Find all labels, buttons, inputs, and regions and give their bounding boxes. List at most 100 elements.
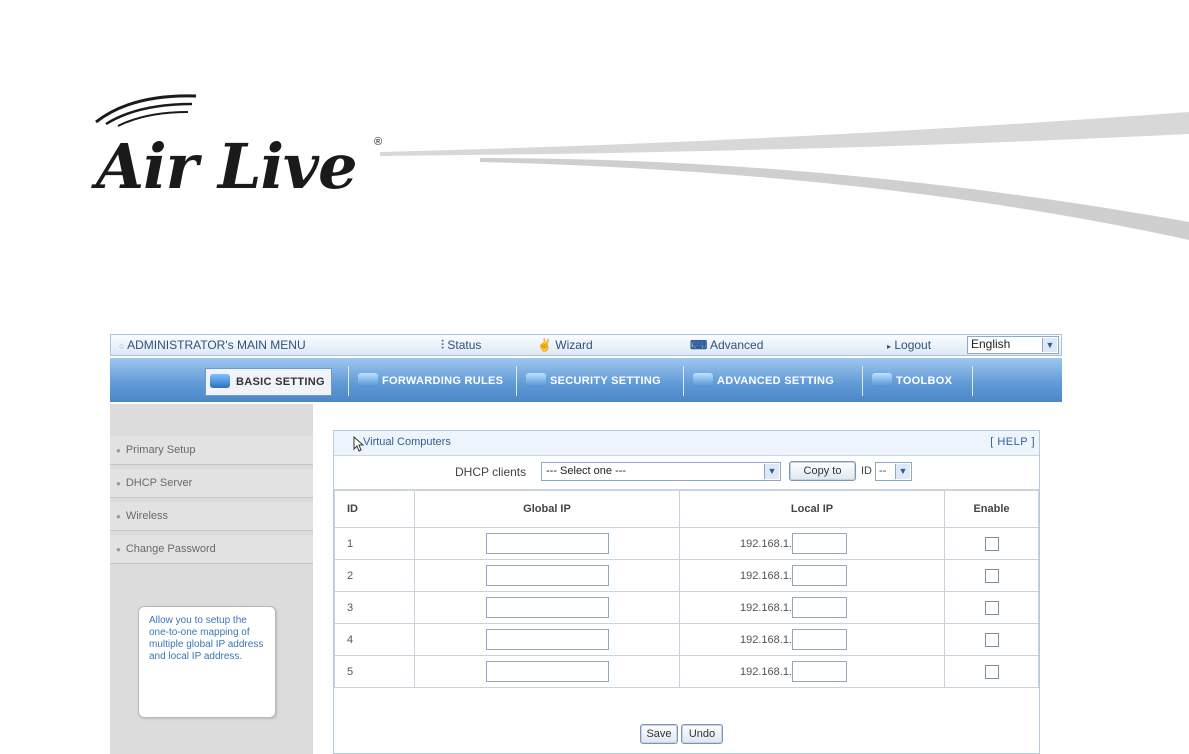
copy-to-button[interactable]: Copy to: [789, 461, 856, 481]
enable-cell: [944, 623, 1039, 656]
tab-basic-setting[interactable]: BASIC SETTING: [205, 368, 332, 396]
tab-label: FORWARDING RULES: [382, 375, 504, 387]
form-actions: Save Undo: [334, 714, 1039, 754]
local-ip-prefix: 192.168.1.: [740, 537, 792, 550]
column-header-enable: Enable: [944, 490, 1039, 528]
panel-header: Virtual Computers [ HELP ]: [334, 431, 1039, 456]
sidebar-item-label: Change Password: [125, 543, 216, 555]
column-header-id: ID: [334, 490, 415, 528]
advanced-icon: ⌨: [690, 338, 708, 352]
advanced-link[interactable]: ⌨ Advanced: [690, 338, 763, 352]
local-ip-prefix: 192.168.1.: [740, 633, 792, 646]
advanced-setting-icon: [693, 373, 713, 387]
tab-divider: [683, 366, 684, 396]
tab-forwarding-rules[interactable]: FORWARDING RULES: [354, 368, 503, 394]
panel-title: Virtual Computers: [363, 436, 451, 448]
wizard-icon: ✌: [537, 338, 552, 352]
sidebar: ● Primary Setup ● DHCP Server ● Wireless ● C…: [110, 404, 313, 754]
forwarding-rules-icon: [358, 373, 378, 387]
global-ip-input[interactable]: [485, 629, 609, 650]
table-row: 2 192.168.1.: [334, 559, 1039, 592]
sidebar-item-label: Wireless: [125, 510, 169, 522]
enable-cell: [944, 559, 1039, 592]
local-ip-cell: 192.168.1.: [679, 591, 945, 624]
advanced-label: Advanced: [710, 338, 764, 352]
toolbox-icon: [872, 373, 892, 387]
chevron-down-icon: ▼: [895, 464, 910, 479]
tab-label: BASIC SETTING: [236, 376, 325, 388]
global-ip-input[interactable]: [485, 597, 609, 618]
tab-label: TOOLBOX: [896, 375, 953, 387]
bullet-icon: ●: [116, 446, 121, 455]
tab-divider: [862, 366, 863, 396]
circle-bullet-icon: ○: [119, 341, 125, 351]
header-swoosh-graphic: [380, 112, 1189, 240]
dhcp-clients-value: --- Select one ---: [546, 465, 627, 477]
language-select[interactable]: English ▼: [967, 336, 1059, 354]
tab-divider: [972, 366, 973, 396]
local-ip-prefix: 192.168.1.: [740, 665, 792, 678]
main-menu-link[interactable]: ○ ADMINISTRATOR's MAIN MENU: [119, 338, 306, 352]
row-id: 2: [334, 559, 415, 592]
local-ip-cell: 192.168.1.: [679, 655, 945, 688]
global-ip-cell: [414, 591, 680, 624]
id-label: ID: [861, 465, 872, 477]
local-ip-input[interactable]: [792, 565, 847, 586]
enable-checkbox[interactable]: [984, 568, 999, 583]
airlive-logo: Air Live ®: [92, 92, 412, 203]
local-ip-cell: 192.168.1.: [679, 623, 945, 656]
table-row: 5 192.168.1.: [334, 655, 1039, 688]
local-ip-input[interactable]: [792, 533, 847, 554]
sidebar-item-change-password[interactable]: ● Change Password: [110, 535, 313, 564]
tab-label: ADVANCED SETTING: [717, 375, 835, 387]
status-label: Status: [447, 338, 482, 352]
chevron-down-icon: ▼: [1042, 338, 1057, 352]
enable-cell: [944, 655, 1039, 688]
global-ip-input[interactable]: [485, 661, 609, 682]
enable-checkbox[interactable]: [984, 632, 999, 647]
global-ip-input[interactable]: [485, 533, 609, 554]
table-row: 3 192.168.1.: [334, 591, 1039, 624]
sidebar-item-label: Primary Setup: [125, 444, 196, 456]
logout-label: Logout: [894, 338, 932, 352]
arrow-right-icon: ▸: [887, 342, 892, 351]
sidebar-item-primary-setup[interactable]: ● Primary Setup: [110, 436, 313, 465]
help-link[interactable]: [ HELP ]: [990, 436, 1035, 448]
column-header-local-ip: Local IP: [679, 490, 945, 528]
logout-link[interactable]: ▸ Logout: [887, 338, 931, 352]
id-select[interactable]: -- ▼: [875, 462, 912, 481]
global-ip-cell: [414, 623, 680, 656]
main-tab-bar: BASIC SETTING FORWARDING RULES SECURITY …: [110, 358, 1062, 402]
wizard-link[interactable]: ✌ Wizard: [537, 338, 593, 352]
local-ip-input[interactable]: [792, 661, 847, 682]
status-link[interactable]: ⫶ Status: [441, 338, 481, 353]
sidebar-item-dhcp-server[interactable]: ● DHCP Server: [110, 469, 313, 498]
dhcp-clients-select[interactable]: --- Select one --- ▼: [541, 462, 781, 481]
enable-checkbox[interactable]: [984, 600, 999, 615]
sidebar-item-wireless[interactable]: ● Wireless: [110, 502, 313, 531]
enable-checkbox[interactable]: [984, 664, 999, 679]
save-button[interactable]: Save: [640, 724, 678, 744]
tab-security-setting[interactable]: SECURITY SETTING: [522, 368, 661, 394]
global-ip-input[interactable]: [485, 565, 609, 586]
local-ip-input[interactable]: [792, 629, 847, 650]
virtual-computers-table: ID Global IP Local IP Enable 1 192.168.1…: [334, 490, 1039, 688]
local-ip-input[interactable]: [792, 597, 847, 618]
id-select-value: --: [879, 465, 887, 477]
row-id: 1: [334, 527, 415, 560]
security-setting-icon: [526, 373, 546, 387]
bullet-icon: ●: [116, 512, 121, 521]
tab-toolbox[interactable]: TOOLBOX: [868, 368, 952, 394]
main-menu-label: ADMINISTRATOR's MAIN MENU: [127, 338, 306, 352]
dhcp-clients-row: DHCP clients --- Select one --- ▼ Copy t…: [334, 455, 1039, 490]
status-icon: ⫶: [441, 338, 445, 352]
table-row: 1 192.168.1.: [334, 527, 1039, 560]
undo-button[interactable]: Undo: [681, 724, 723, 744]
row-id: 3: [334, 591, 415, 624]
help-description-text: Allow you to setup the one-to-one mappin…: [149, 615, 264, 662]
top-menu-bar: ○ ADMINISTRATOR's MAIN MENU ⫶ Status ✌ W…: [110, 334, 1062, 356]
enable-checkbox[interactable]: [984, 536, 999, 551]
tab-divider: [348, 366, 349, 396]
tab-advanced-setting[interactable]: ADVANCED SETTING: [689, 368, 834, 394]
tab-label: SECURITY SETTING: [550, 375, 661, 387]
